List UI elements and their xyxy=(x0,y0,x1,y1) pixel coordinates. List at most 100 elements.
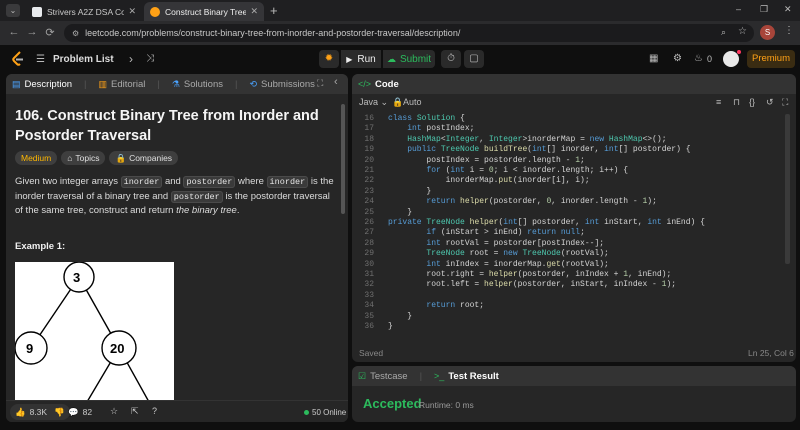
new-tab-button[interactable]: + xyxy=(270,3,278,18)
shuffle-icon[interactable]: ⤨ xyxy=(146,53,154,64)
notes-icon[interactable]: ▢ xyxy=(464,50,484,68)
code-line[interactable]: 21 for (int i = 0; i < inorder.length; i… xyxy=(352,166,628,176)
format-icon[interactable]: ≡ xyxy=(716,97,721,107)
line-number: 29 xyxy=(364,249,374,259)
code-text: return root; xyxy=(426,301,485,311)
tab-search-chevron-icon[interactable]: ⌄ xyxy=(6,4,20,17)
braces-icon[interactable]: {} xyxy=(749,97,755,107)
expand-icon[interactable]: ⛶ xyxy=(317,78,323,89)
code-line[interactable]: 30 int inIndex = inorderMap.get(rootVal)… xyxy=(352,260,608,270)
code-line[interactable]: 29 TreeNode root = new TreeNode(rootVal)… xyxy=(352,249,608,259)
auto-mode[interactable]: Auto xyxy=(403,97,422,107)
url-field[interactable]: ⚙ leetcode.com/problems/construct-binary… xyxy=(64,24,754,42)
document-icon: ▤ xyxy=(12,78,21,89)
premium-button[interactable]: Premium xyxy=(747,50,795,68)
comments-button[interactable]: 💬 82 xyxy=(68,407,92,418)
collapse-panel-icon[interactable]: ‹ xyxy=(334,76,338,88)
thumbs-down-icon[interactable]: 👎 xyxy=(54,407,65,418)
code-line[interactable]: 18 HashMap<Integer, Integer>inorderMap =… xyxy=(352,135,666,145)
code-line[interactable]: 28 int rootVal = postorder[postIndex--]; xyxy=(352,239,604,249)
code-line[interactable]: 26 private TreeNode helper(int[] postorde… xyxy=(352,218,705,228)
tab-editorial[interactable]: ▥ Editorial xyxy=(99,79,146,90)
close-tab-icon[interactable]: ✕ xyxy=(128,6,136,17)
submit-button[interactable]: ☁ Submit xyxy=(383,50,435,68)
minimize-button[interactable]: – xyxy=(736,4,741,14)
code-line[interactable]: 34 return root; xyxy=(352,301,484,311)
leetcode-logo-icon[interactable] xyxy=(11,51,25,67)
problem-list-link[interactable]: Problem List xyxy=(53,54,114,65)
fullscreen-icon[interactable]: ⛶ xyxy=(782,97,788,108)
lock-icon: 🔒 xyxy=(392,97,404,107)
prev-problem-icon[interactable]: ‹ xyxy=(110,52,114,66)
code-line[interactable]: 36} xyxy=(352,322,392,332)
streak-fire-icon[interactable]: ♨ xyxy=(694,53,703,64)
next-problem-icon[interactable]: › xyxy=(129,52,133,66)
run-button[interactable]: ▶ Run xyxy=(341,50,381,68)
description-tabs: ▤ Description | ▥ Editorial | ⚗ Solutions |… xyxy=(6,74,348,94)
maximize-button[interactable]: ❐ xyxy=(760,4,768,15)
code-line[interactable]: 17 int postIndex; xyxy=(352,124,474,134)
problem-list-icon[interactable]: ☰ xyxy=(36,54,45,65)
language-select[interactable]: Java ⌄ xyxy=(359,97,388,108)
companies-chip[interactable]: 🔒 Companies xyxy=(109,151,179,165)
back-icon[interactable]: ← xyxy=(4,26,24,38)
browser-tab-leetcode[interactable]: Construct Binary Tree from Inor ✕ xyxy=(144,2,264,21)
scrollbar-thumb[interactable] xyxy=(341,104,345,214)
url-text: leetcode.com/problems/construct-binary-t… xyxy=(85,28,461,38)
line-number: 36 xyxy=(364,322,374,331)
line-number: 20 xyxy=(364,155,374,165)
code-line[interactable]: 23 } xyxy=(352,187,431,197)
code-panel-title: Code xyxy=(375,78,399,90)
checkbox-icon: ☑ xyxy=(358,370,367,381)
profile-avatar[interactable]: S xyxy=(760,25,775,40)
favicon-icon xyxy=(32,6,42,17)
code-line[interactable]: 31 root.right = helper(postorder, inInde… xyxy=(352,270,671,280)
browser-address-bar: ← → ⟳ ⚙ leetcode.com/problems/construct-… xyxy=(0,21,800,45)
code-line[interactable]: 19 public TreeNode buildTree(int[] inord… xyxy=(352,145,690,155)
code-line[interactable]: 25 } xyxy=(352,208,412,218)
code-text: int rootVal = postorder[postIndex--]; xyxy=(426,238,605,248)
zoom-icon[interactable]: ⌕ xyxy=(721,27,726,38)
code-text: private TreeNode helper(int[] postorder,… xyxy=(388,218,705,227)
reset-icon[interactable]: ↺ xyxy=(766,97,774,108)
share-icon[interactable]: ⇱ xyxy=(131,406,139,417)
line-number: 28 xyxy=(364,238,374,248)
tab-testcase[interactable]: ☑ Testcase xyxy=(358,371,408,382)
settings-gear-icon[interactable]: ⚙ xyxy=(673,53,682,64)
favorite-star-icon[interactable]: ☆ xyxy=(110,406,118,417)
site-info-icon[interactable]: ⚙ xyxy=(72,29,79,38)
code-line[interactable]: 22 inorderMap.put(inorder[i], i); xyxy=(352,176,589,186)
topics-chip[interactable]: ⌂ Topics xyxy=(61,151,106,165)
tab-solutions[interactable]: ⚗ Solutions xyxy=(172,79,223,90)
like-button[interactable]: 👍 8.3K 👎 xyxy=(10,404,70,420)
browser-menu-icon[interactable]: ⋮ xyxy=(784,25,794,36)
notification-dot xyxy=(737,50,741,54)
code-line[interactable]: 16 class Solution { xyxy=(352,114,464,124)
code-line[interactable]: 32 root.left = helper(postorder, inStart… xyxy=(352,280,676,290)
problem-title: 106. Construct Binary Tree from Inorder … xyxy=(15,108,319,144)
code-line[interactable]: 33 xyxy=(352,291,388,301)
tree-node-label: 3 xyxy=(73,270,81,285)
layout-grid-icon[interactable]: ▦ xyxy=(649,53,658,64)
code-line[interactable]: 24 return helper(postorder, 0, inorder.l… xyxy=(352,197,657,207)
close-tab-icon[interactable]: ✕ xyxy=(250,6,258,17)
tab-test-result[interactable]: >_ Test Result xyxy=(434,371,499,382)
tab-submissions[interactable]: ⟲ Submissions xyxy=(249,79,314,90)
bookmark-icon[interactable]: ⊓ xyxy=(733,97,740,108)
code-line[interactable]: 20 postIndex = postorder.length - 1; xyxy=(352,155,584,166)
code-line[interactable]: 27 if (inStart > inEnd) return null; xyxy=(352,228,584,238)
bookmark-star-icon[interactable]: ☆ xyxy=(738,26,747,37)
forward-icon[interactable]: → xyxy=(22,26,42,38)
debug-icon[interactable]: ✹ xyxy=(319,50,339,68)
help-icon[interactable]: ? xyxy=(152,406,157,416)
code-line[interactable]: 35 } xyxy=(352,312,412,322)
close-window-button[interactable]: ✕ xyxy=(784,4,792,15)
tab-description[interactable]: ▤ Description xyxy=(12,79,72,90)
editor-scrollbar[interactable] xyxy=(785,114,790,264)
code-editor[interactable]: 16 class Solution {17 int postIndex; 18 Ha… xyxy=(352,114,796,338)
code-text: for (int i = 0; i < inorder.length; i++)… xyxy=(426,166,629,175)
timer-icon[interactable]: ⏱ xyxy=(441,50,461,68)
difficulty-badge[interactable]: Medium xyxy=(15,151,58,165)
reload-icon[interactable]: ⟳ xyxy=(40,26,60,39)
browser-tab-strivers[interactable]: Strivers A2Z DSA Course/Shee ✕ xyxy=(26,2,142,21)
